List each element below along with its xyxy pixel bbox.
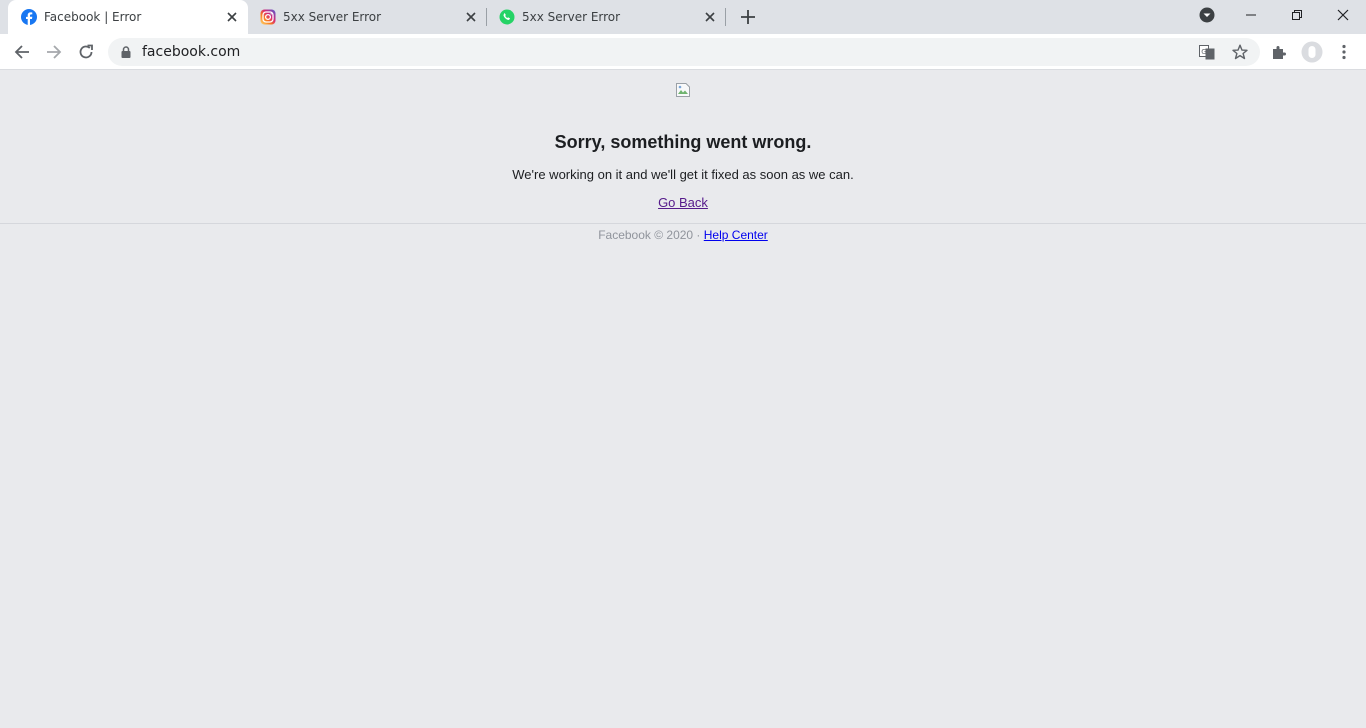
browser-toolbar: facebook.com G [0, 34, 1366, 70]
page-content: Sorry, something went wrong. We're worki… [0, 71, 1366, 728]
tab-instagram-error[interactable]: 5xx Server Error [247, 0, 487, 34]
browser-menu-button[interactable] [1332, 40, 1356, 64]
back-button[interactable] [10, 40, 34, 64]
close-tab-icon[interactable] [463, 9, 479, 25]
address-url[interactable]: facebook.com [142, 44, 240, 60]
tab-whatsapp-error[interactable]: 5xx Server Error [486, 0, 726, 34]
tab-title: Facebook | Error [44, 10, 142, 24]
restore-icon [1292, 10, 1302, 20]
tab-search-icon [1199, 7, 1215, 23]
broken-image-icon [676, 83, 690, 97]
footer-copyright: Facebook © 2020 · [598, 228, 704, 242]
close-tab-icon[interactable] [224, 9, 240, 25]
forward-button[interactable] [42, 40, 66, 64]
whatsapp-icon [499, 9, 515, 25]
profile-button[interactable] [1300, 40, 1324, 64]
tab-facebook-error[interactable]: Facebook | Error [8, 0, 248, 34]
plus-icon [741, 10, 755, 24]
arrow-right-icon [47, 45, 62, 59]
tab-separator [725, 8, 726, 26]
go-back-container: Go Back [0, 195, 1366, 210]
close-icon [1337, 9, 1349, 21]
go-back-link[interactable]: Go Back [658, 195, 708, 210]
reload-button[interactable] [74, 40, 98, 64]
tab-title: 5xx Server Error [283, 10, 382, 24]
tab-search-button[interactable] [1184, 0, 1230, 30]
page-footer: Facebook © 2020 · Help Center [0, 228, 1366, 242]
error-heading: Sorry, something went wrong. [554, 132, 812, 152]
more-vertical-icon [1342, 44, 1346, 60]
close-window-button[interactable] [1320, 0, 1366, 30]
divider [0, 223, 1366, 224]
close-tab-icon[interactable] [702, 9, 718, 25]
tab-title: 5xx Server Error [522, 10, 621, 24]
star-icon[interactable] [1232, 44, 1248, 60]
instagram-icon [260, 9, 276, 25]
svg-text:G: G [1201, 48, 1206, 56]
facebook-icon [21, 9, 37, 25]
address-bar[interactable]: facebook.com G [108, 38, 1260, 66]
reload-icon [79, 44, 93, 59]
avatar-icon [1301, 41, 1323, 63]
extensions-button[interactable] [1267, 40, 1291, 64]
tab-strip: Facebook | Error 5xx Server Error 5xx Se… [0, 0, 1366, 34]
error-message: We're working on it and we'll get it fix… [512, 167, 854, 182]
help-center-link[interactable]: Help Center [704, 228, 768, 242]
lock-icon [121, 46, 131, 58]
new-tab-button[interactable] [738, 7, 758, 27]
translate-icon[interactable]: G [1199, 44, 1215, 60]
puzzle-icon [1273, 46, 1286, 59]
minimize-button[interactable] [1228, 0, 1274, 30]
arrow-left-icon [14, 45, 29, 59]
minimize-icon [1246, 14, 1256, 16]
restore-button[interactable] [1274, 0, 1320, 30]
